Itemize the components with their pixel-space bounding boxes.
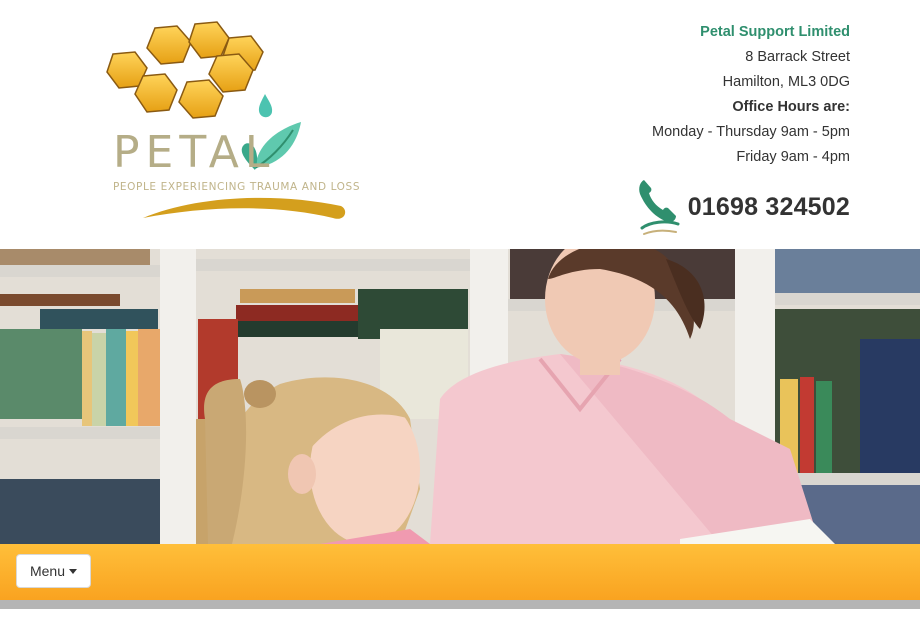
phone-number[interactable]: 01698 324502 [688,193,850,222]
address-line-2: Hamilton, ML3 0DG [722,74,850,90]
hero-photo [0,249,920,544]
office-hours-heading: Office Hours are: [732,99,850,115]
caret-down-icon [69,568,78,574]
menu-button[interactable]: Menu [16,554,91,588]
logo-tagline: PEOPLE EXPERIENCING TRAUMA AND LOSS [113,181,361,193]
office-hours-weekday: Monday - Thursday 9am - 5pm [652,124,850,140]
logo-wordmark: PETAL [113,127,276,178]
honeycomb-logo-icon [106,21,346,219]
company-name: Petal Support Limited [700,24,850,40]
address-line-1: 8 Barrack Street [745,49,850,65]
content-divider [0,600,920,609]
petal-logo[interactable]: PETAL PEOPLE EXPERIENCING TRAUMA AND LOS… [105,18,375,228]
telephone-icon [638,180,680,235]
contact-block: Petal Support Limited 8 Barrack Street H… [652,22,850,172]
menu-label: Menu [29,563,66,579]
office-hours-friday: Friday 9am - 4pm [736,149,850,165]
site-header: PETAL PEOPLE EXPERIENCING TRAUMA AND LOS… [0,0,920,249]
main-navbar: Menu [0,544,920,600]
hero-image [0,249,920,544]
phone-row[interactable]: 01698 324502 [636,176,850,238]
